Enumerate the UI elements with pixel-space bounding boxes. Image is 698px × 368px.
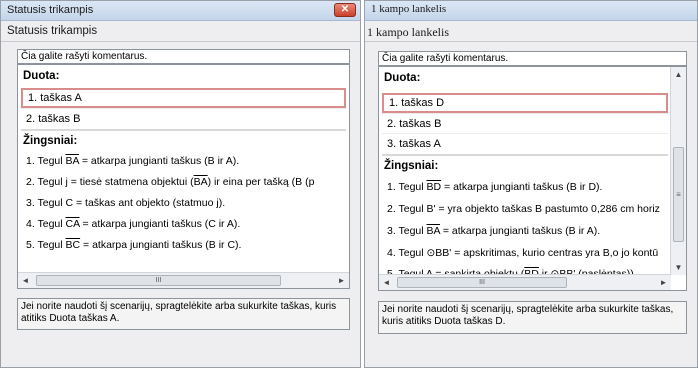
comment-field[interactable]: Čia galite rašyti komentarus. <box>17 49 350 64</box>
step-3: 3. Tegul C = taškas ant objekto (statmuo… <box>26 197 226 209</box>
scroll-up-icon[interactable]: ▲ <box>671 67 686 82</box>
left-window: Statusis trikampis ✕ Statusis trikampis … <box>0 0 361 368</box>
script-panel: Duota: 1. taškas D 2. taškas B 3. taškas… <box>378 66 687 291</box>
step-4: 4. Tegul ⊙BB' = apskritimas, kurio centr… <box>387 247 659 259</box>
vertical-scrollbar[interactable]: ▲ ≡ ▼ <box>670 67 686 275</box>
scroll-thumb[interactable]: III <box>397 277 567 288</box>
status-message: Jei norite naudoti šį scenarijų, spragte… <box>378 301 687 334</box>
steps-header: Žingsniai: <box>23 135 78 147</box>
comment-field[interactable]: Čia galite rašyti komentarus. <box>378 51 687 66</box>
given-item[interactable]: 3. taškas A <box>382 133 668 153</box>
given-item-selected[interactable]: 1. taškas D <box>382 93 668 113</box>
left-panel-title: Statusis trikampis <box>7 25 98 37</box>
given-header: Duota: <box>384 72 421 84</box>
given-header: Duota: <box>23 70 60 82</box>
left-window-title: Statusis trikampis <box>7 4 94 16</box>
divider <box>1 41 360 42</box>
vertical-scroll-thumb[interactable]: ≡ <box>673 147 684 242</box>
right-panel-title: 1 kampo lankelis <box>367 25 449 39</box>
section-separator <box>382 154 668 156</box>
step-2: 2. Tegul j = tiesė statmena objektui (BA… <box>26 176 315 188</box>
horizontal-scrollbar[interactable]: ◄ III ► <box>18 272 349 288</box>
scroll-right-icon[interactable]: ► <box>334 273 349 288</box>
script-panel: Duota: 1. taškas A 2. taškas B Žingsniai… <box>17 64 350 289</box>
given-item-selected[interactable]: 1. taškas A <box>21 88 346 108</box>
step-5: 5. Tegul BC = atkarpa jungianti taškus (… <box>26 239 242 251</box>
divider <box>365 41 697 42</box>
right-title-bar[interactable]: 1 kampo lankelis <box>365 1 697 21</box>
given-item[interactable]: 2. taškas B <box>382 113 668 133</box>
scroll-left-icon[interactable]: ◄ <box>18 273 33 288</box>
step-2: 2. Tegul B' = yra objekto taškas B pastu… <box>387 203 660 215</box>
scroll-down-icon[interactable]: ▼ <box>671 260 686 275</box>
section-separator <box>21 129 346 131</box>
step-1: 1. Tegul BD = atkarpa jungianti taškus (… <box>387 181 603 193</box>
status-message: Jei norite naudoti šį scenarijų, spragte… <box>17 298 350 330</box>
steps-header: Žingsniai: <box>384 160 439 172</box>
step-1: 1. Tegul BA = atkarpa jungianti taškus (… <box>26 155 240 167</box>
step-4: 4. Tegul CA = atkarpa jungianti taškus (… <box>26 218 241 230</box>
left-title-bar[interactable]: Statusis trikampis ✕ <box>1 1 360 21</box>
close-button[interactable]: ✕ <box>334 3 356 17</box>
step-3: 3. Tegul BA = atkarpa jungianti taškus (… <box>387 225 601 237</box>
given-item[interactable]: 2. taškas B <box>21 108 346 128</box>
scroll-right-icon[interactable]: ► <box>656 275 671 290</box>
scroll-left-icon[interactable]: ◄ <box>379 275 394 290</box>
horizontal-scrollbar[interactable]: ◄ III ► <box>379 274 671 290</box>
scroll-thumb[interactable]: III <box>36 275 281 286</box>
right-window: 1 kampo lankelis 1 kampo lankelis Čia ga… <box>364 0 698 368</box>
right-window-title: 1 kampo lankelis <box>371 3 447 15</box>
